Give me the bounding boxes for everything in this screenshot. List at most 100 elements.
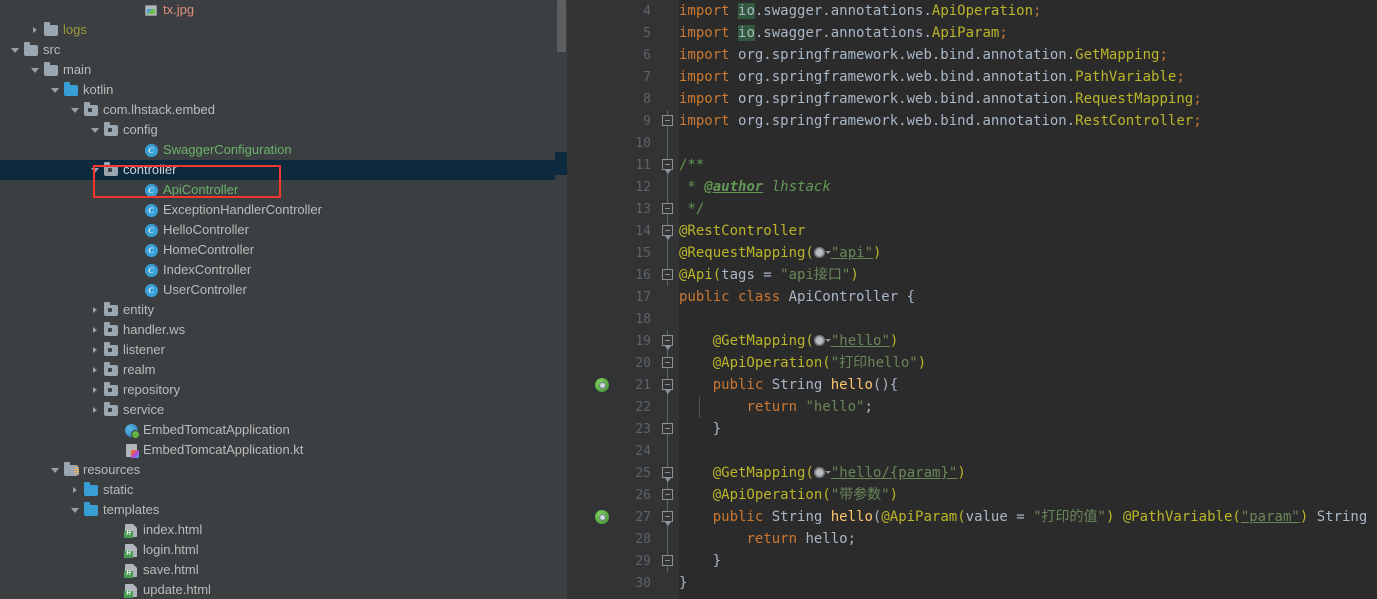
chevron-down-icon[interactable] [48, 460, 62, 480]
tree-item-login-html[interactable]: login.html [0, 540, 555, 560]
fold-end-icon[interactable] [661, 203, 673, 214]
fold-collapse-icon[interactable] [661, 159, 673, 174]
fold-collapse-icon[interactable] [661, 467, 673, 482]
code-line-21[interactable]: public String hello(){ [679, 374, 1377, 396]
code-line-10[interactable] [679, 132, 1377, 154]
editor-vertical-scrollbar[interactable] [555, 0, 567, 599]
fold-end-icon[interactable] [661, 269, 673, 280]
fold-line-23[interactable] [657, 418, 679, 440]
tree-item-hellocontroller[interactable]: C HelloController [0, 220, 555, 240]
chevron-right-icon[interactable] [68, 480, 82, 500]
gutter-line-15[interactable]: 15 [567, 242, 657, 264]
chevron-right-icon[interactable] [88, 300, 102, 320]
scrollbar-thumb[interactable] [557, 0, 566, 52]
tree-item-src[interactable]: src [0, 40, 555, 60]
tree-item-usercontroller[interactable]: C UserController [0, 280, 555, 300]
fold-line-27[interactable] [657, 506, 679, 528]
tree-item-embedtomcatapplication-kt[interactable]: EmbedTomcatApplication.kt [0, 440, 555, 460]
chevron-right-icon[interactable] [88, 320, 102, 340]
gutter-line-24[interactable]: 24 [567, 440, 657, 462]
chevron-down-icon[interactable] [88, 120, 102, 140]
spring-url-inlay-icon[interactable] [813, 467, 831, 478]
code-line-6[interactable]: import org.springframework.web.bind.anno… [679, 44, 1377, 66]
gutter-line-23[interactable]: 23 [567, 418, 657, 440]
tree-item-kotlin[interactable]: kotlin [0, 80, 555, 100]
tree-item-homecontroller[interactable]: C HomeController [0, 240, 555, 260]
chevron-down-icon[interactable] [8, 40, 22, 60]
gutter-line-30[interactable]: 30 [567, 572, 657, 594]
spring-endpoint-icon[interactable] [595, 378, 609, 392]
tree-item-index-html[interactable]: index.html [0, 520, 555, 540]
fold-end-icon[interactable] [661, 357, 673, 368]
fold-end-icon[interactable] [661, 489, 673, 500]
fold-collapse-icon[interactable] [661, 335, 673, 350]
code-line-12[interactable]: * @author lhstack [679, 176, 1377, 198]
gutter-line-26[interactable]: 26 [567, 484, 657, 506]
fold-line-16[interactable] [657, 264, 679, 286]
editor-gutter[interactable]: 4 5 6 7 8 9 10 11 12 13 14 15 16 17 18 19 20 21 22 23 24 25 26… [567, 0, 657, 599]
code-line-13[interactable]: */ [679, 198, 1377, 220]
code-folding-column[interactable] [657, 0, 679, 599]
code-line-29[interactable]: } [679, 550, 1377, 572]
fold-collapse-icon[interactable] [661, 379, 673, 394]
gutter-line-9[interactable]: 9 [567, 110, 657, 132]
tree-item-listener[interactable]: listener [0, 340, 555, 360]
gutter-line-14[interactable]: 14 [567, 220, 657, 242]
gutter-line-17[interactable]: 17 [567, 286, 657, 308]
fold-line-25[interactable] [657, 462, 679, 484]
gutter-line-4[interactable]: 4 [567, 0, 657, 22]
fold-line-13[interactable] [657, 198, 679, 220]
tree-item-com-lhstack-embed[interactable]: com.lhstack.embed [0, 100, 555, 120]
tree-item-controller[interactable]: controller [0, 160, 555, 180]
gutter-line-25[interactable]: 25 [567, 462, 657, 484]
tree-item-save-html[interactable]: save.html [0, 560, 555, 580]
gutter-line-20[interactable]: 20 [567, 352, 657, 374]
gutter-line-18[interactable]: 18 [567, 308, 657, 330]
tree-item-entity[interactable]: entity [0, 300, 555, 320]
gutter-line-19[interactable]: 19 [567, 330, 657, 352]
tree-item-realm[interactable]: realm [0, 360, 555, 380]
fold-end-icon[interactable] [661, 423, 673, 434]
tree-item-swaggerconfiguration[interactable]: C SwaggerConfiguration [0, 140, 555, 160]
gutter-line-27[interactable]: 27 [567, 506, 657, 528]
code-line-5[interactable]: import io.swagger.annotations.ApiParam; [679, 22, 1377, 44]
fold-line-29[interactable] [657, 550, 679, 572]
project-tool-window[interactable]: tx.jpg logs src main kotlin com.lhstack.embed… [0, 0, 555, 599]
chevron-down-icon[interactable] [88, 160, 102, 180]
tree-item-tx-jpg[interactable]: tx.jpg [0, 0, 555, 20]
tree-item-exceptionhandlercontroller[interactable]: C ExceptionHandlerController [0, 200, 555, 220]
fold-line-20[interactable] [657, 352, 679, 374]
code-line-8[interactable]: import org.springframework.web.bind.anno… [679, 88, 1377, 110]
chevron-right-icon[interactable] [88, 380, 102, 400]
gutter-line-28[interactable]: 28 [567, 528, 657, 550]
tree-item-main[interactable]: main [0, 60, 555, 80]
code-line-15[interactable]: @RequestMapping("api") [679, 242, 1377, 264]
editor-text-area[interactable]: import io.swagger.annotations.ApiOperati… [679, 0, 1377, 599]
code-line-23[interactable]: } [679, 418, 1377, 440]
fold-line-11[interactable] [657, 154, 679, 176]
fold-end-icon[interactable] [661, 555, 673, 566]
chevron-down-icon[interactable] [68, 100, 82, 120]
gutter-line-8[interactable]: 8 [567, 88, 657, 110]
gutter-line-11[interactable]: 11 [567, 154, 657, 176]
tree-item-service[interactable]: service [0, 400, 555, 420]
tree-item-logs[interactable]: logs [0, 20, 555, 40]
code-editor[interactable]: 4 5 6 7 8 9 10 11 12 13 14 15 16 17 18 19 20 21 22 23 24 25 26… [555, 0, 1377, 599]
fold-line-19[interactable] [657, 330, 679, 352]
fold-line-21[interactable] [657, 374, 679, 396]
code-line-17[interactable]: public class ApiController { [679, 286, 1377, 308]
chevron-right-icon[interactable] [88, 360, 102, 380]
chevron-down-icon[interactable] [48, 80, 62, 100]
gutter-line-5[interactable]: 5 [567, 22, 657, 44]
gutter-line-10[interactable]: 10 [567, 132, 657, 154]
tree-item-handler-ws[interactable]: handler.ws [0, 320, 555, 340]
tree-item-update-html[interactable]: update.html [0, 580, 555, 599]
fold-end-icon[interactable] [661, 115, 673, 126]
code-line-26[interactable]: @ApiOperation("带参数") [679, 484, 1377, 506]
gutter-line-12[interactable]: 12 [567, 176, 657, 198]
code-line-18[interactable] [679, 308, 1377, 330]
tree-item-embedtomcatapplication[interactable]: EmbedTomcatApplication [0, 420, 555, 440]
spring-url-inlay-icon[interactable] [813, 247, 831, 258]
tree-item-templates[interactable]: templates [0, 500, 555, 520]
spring-endpoint-icon[interactable] [595, 510, 609, 524]
